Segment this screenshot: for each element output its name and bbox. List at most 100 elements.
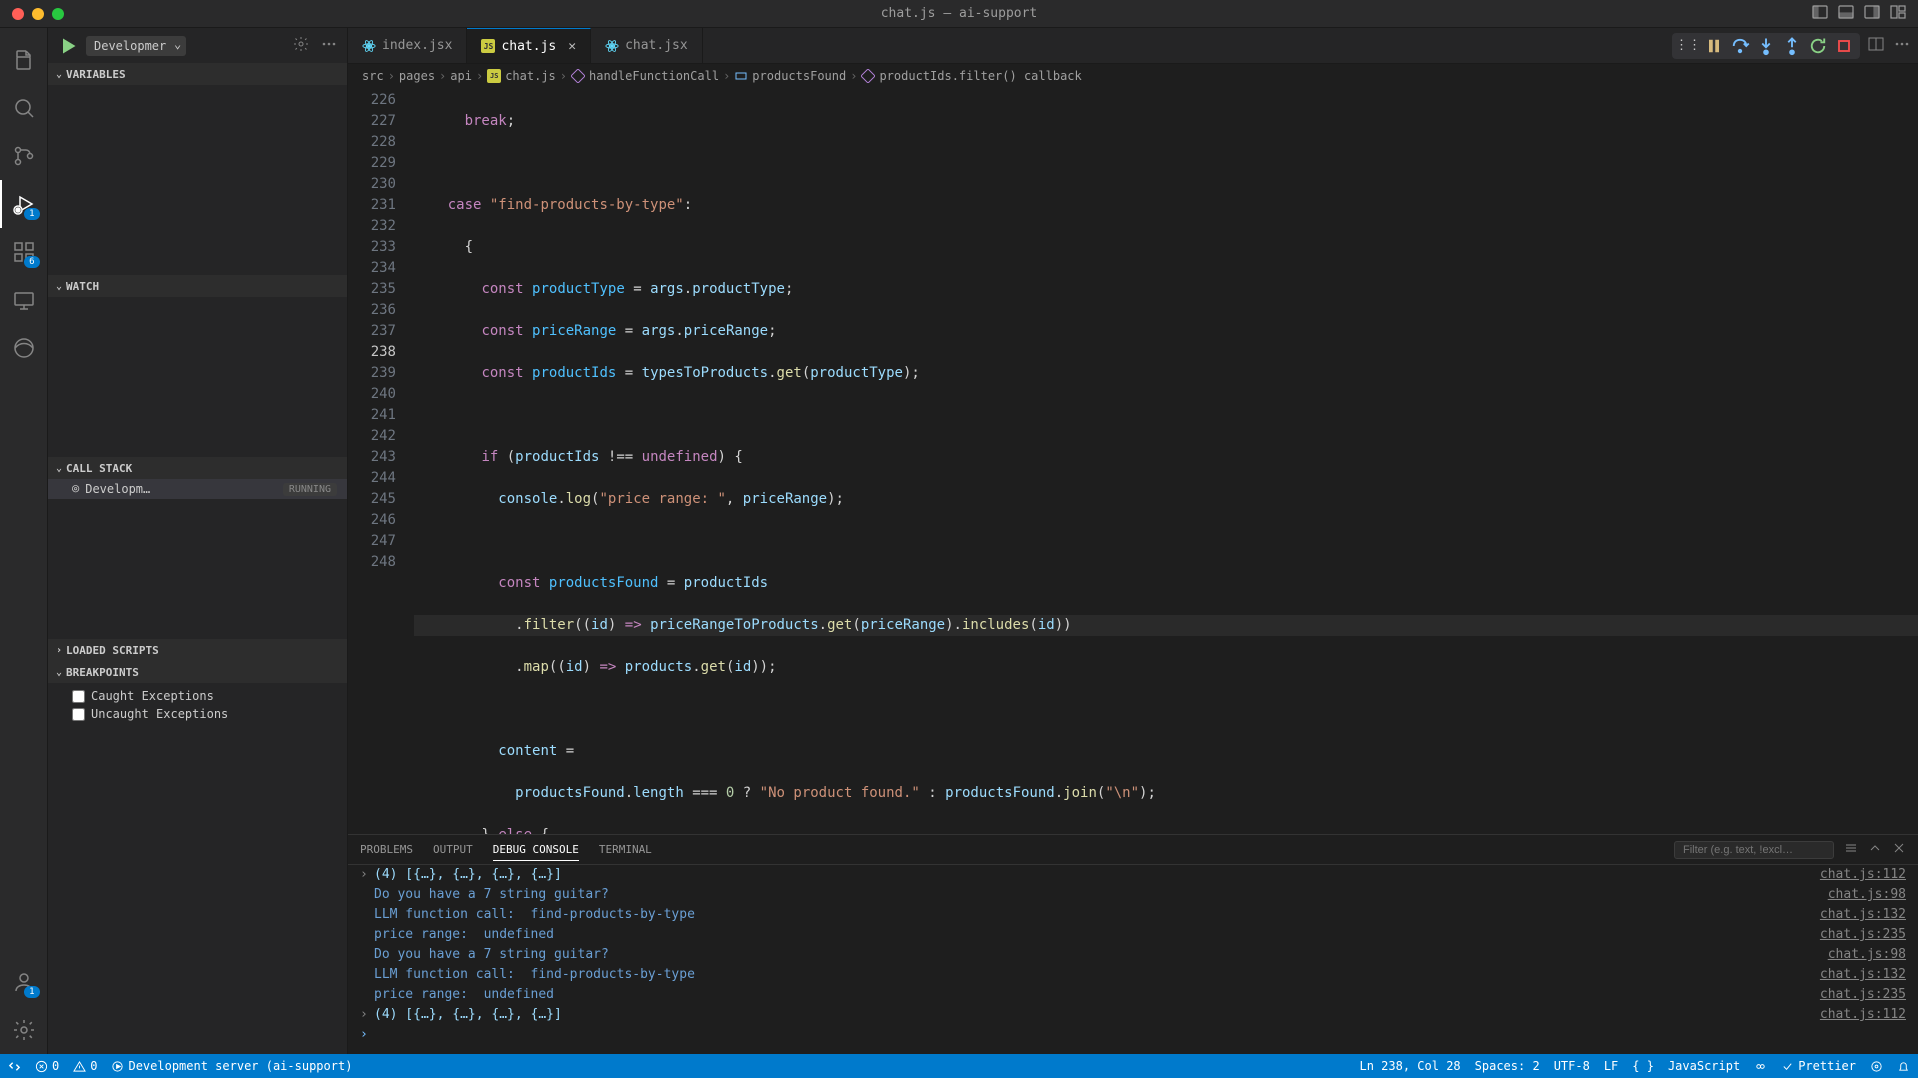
encoding-item[interactable]: UTF-8 xyxy=(1554,1059,1590,1073)
copilot-icon[interactable] xyxy=(1754,1059,1767,1073)
tab-problems[interactable]: PROBLEMS xyxy=(360,839,413,860)
tab-terminal[interactable]: TERMINAL xyxy=(599,839,652,860)
debug-config-dropdown[interactable]: Developmer xyxy=(86,36,186,56)
expand-icon[interactable]: › xyxy=(360,865,374,885)
console-source-link[interactable]: chat.js:98 xyxy=(1828,885,1906,905)
console-source-link[interactable]: chat.js:235 xyxy=(1820,925,1906,945)
close-window-button[interactable] xyxy=(12,8,24,20)
step-out-button[interactable] xyxy=(1782,36,1802,56)
uncaught-checkbox[interactable] xyxy=(72,708,85,721)
close-tab-icon[interactable]: ✕ xyxy=(568,39,576,54)
console-source-link[interactable]: chat.js:98 xyxy=(1828,945,1906,965)
errors-item[interactable]: 0 xyxy=(35,1059,59,1073)
start-debug-button[interactable] xyxy=(58,36,78,56)
prettier-item[interactable]: Prettier xyxy=(1781,1059,1856,1073)
console-source-link[interactable]: chat.js:132 xyxy=(1820,905,1906,925)
watch-section-header[interactable]: ⌄WATCH xyxy=(48,275,347,297)
warnings-item[interactable]: 0 xyxy=(73,1059,97,1073)
debug-icon[interactable]: 1 xyxy=(0,180,48,228)
tab-index[interactable]: index.jsx xyxy=(348,28,467,63)
account-icon[interactable]: 1 xyxy=(0,958,48,1006)
console-line[interactable]: Do you have a 7 string guitar?chat.js:98 xyxy=(360,885,1906,905)
console-line[interactable]: ›(4) [{…}, {…}, {…}, {…}]chat.js:112 xyxy=(360,865,1906,885)
breadcrumb-item[interactable]: pages xyxy=(399,69,435,83)
breadcrumb-item[interactable]: handleFunctionCall xyxy=(589,69,719,83)
remote-icon[interactable] xyxy=(0,276,48,324)
method-icon xyxy=(861,69,875,83)
callstack-section-header[interactable]: ⌄CALL STACK xyxy=(48,457,347,479)
console-line[interactable]: price range: undefinedchat.js:235 xyxy=(360,985,1906,1005)
explorer-icon[interactable] xyxy=(0,36,48,84)
minimize-window-button[interactable] xyxy=(32,8,44,20)
tab-debug-console[interactable]: DEBUG CONSOLE xyxy=(493,839,579,861)
breakpoints-section-header[interactable]: ⌄BREAKPOINTS xyxy=(48,661,347,683)
source-control-icon[interactable] xyxy=(0,132,48,180)
panel-right-icon[interactable] xyxy=(1864,4,1880,24)
loaded-scripts-section-header[interactable]: ›LOADED SCRIPTS xyxy=(48,639,347,661)
console-line[interactable]: ›(4) [{…}, {…}, {…}, {…}]chat.js:112 xyxy=(360,1005,1906,1025)
panel-left-icon[interactable] xyxy=(1812,4,1828,24)
cursor-pos[interactable]: Ln 238, Col 28 xyxy=(1360,1059,1461,1073)
breakpoint-item[interactable]: Uncaught Exceptions xyxy=(48,705,347,723)
lang-item[interactable]: JavaScript xyxy=(1668,1059,1740,1073)
list-icon[interactable] xyxy=(1844,841,1858,859)
code-editor[interactable]: 2262272282292302312322332342352362372382… xyxy=(348,88,1918,834)
pause-button[interactable] xyxy=(1704,36,1724,56)
gear-icon[interactable] xyxy=(293,36,309,56)
callstack-item[interactable]: ⌾ Developm… RUNNING xyxy=(48,479,347,499)
console-line[interactable]: price range: undefinedchat.js:235 xyxy=(360,925,1906,945)
console-prompt[interactable]: › xyxy=(360,1025,1906,1045)
stop-button[interactable] xyxy=(1834,36,1854,56)
extensions-icon[interactable]: 6 xyxy=(0,228,48,276)
expand-icon[interactable]: › xyxy=(360,1005,374,1025)
variables-section-header[interactable]: ⌄VARIABLES xyxy=(48,63,347,85)
restart-button[interactable] xyxy=(1808,36,1828,56)
indent-item[interactable]: Spaces: 2 xyxy=(1475,1059,1540,1073)
drag-handle-icon[interactable]: ⋮⋮ xyxy=(1678,36,1698,56)
feedback-icon[interactable] xyxy=(1870,1059,1883,1073)
server-item[interactable]: Development server (ai-support) xyxy=(111,1059,352,1073)
edge-icon[interactable] xyxy=(0,324,48,372)
breadcrumb-item[interactable]: chat.js xyxy=(505,69,556,83)
tab-output[interactable]: OUTPUT xyxy=(433,839,473,860)
code-content[interactable]: break; case "find-products-by-type": { c… xyxy=(414,88,1918,834)
settings-icon[interactable] xyxy=(0,1006,48,1054)
window-controls xyxy=(12,8,64,20)
breadcrumb[interactable]: src› pages› api› JS chat.js› handleFunct… xyxy=(348,64,1918,88)
console-source-link[interactable]: chat.js:112 xyxy=(1820,865,1906,885)
caught-checkbox[interactable] xyxy=(72,690,85,703)
step-over-button[interactable] xyxy=(1730,36,1750,56)
console-source-link[interactable]: chat.js:112 xyxy=(1820,1005,1906,1025)
close-panel-icon[interactable] xyxy=(1892,841,1906,859)
breadcrumb-item[interactable]: productIds.filter() callback xyxy=(879,69,1081,83)
customize-layout-icon[interactable] xyxy=(1890,4,1906,24)
console-body[interactable]: ›(4) [{…}, {…}, {…}, {…}]chat.js:112 Do … xyxy=(348,865,1918,1054)
console-line[interactable]: Do you have a 7 string guitar?chat.js:98 xyxy=(360,945,1906,965)
step-into-button[interactable] xyxy=(1756,36,1776,56)
breadcrumb-item[interactable]: productsFound xyxy=(752,69,846,83)
breakpoint-item[interactable]: Caught Exceptions xyxy=(48,687,347,705)
eol-item[interactable]: LF xyxy=(1604,1059,1618,1073)
console-source-link[interactable]: chat.js:132 xyxy=(1820,965,1906,985)
panel-bottom-icon[interactable] xyxy=(1838,4,1854,24)
braces-icon[interactable]: { } xyxy=(1632,1059,1654,1073)
more-actions-icon[interactable] xyxy=(1894,36,1910,56)
tab-label: chat.jsx xyxy=(625,38,688,53)
breadcrumb-item[interactable]: api xyxy=(450,69,472,83)
expand-icon xyxy=(360,925,374,945)
breadcrumb-item[interactable]: src xyxy=(362,69,384,83)
bell-icon[interactable] xyxy=(1897,1059,1910,1073)
console-source-link[interactable]: chat.js:235 xyxy=(1820,985,1906,1005)
tab-chat-jsx[interactable]: chat.jsx xyxy=(591,28,703,63)
split-editor-icon[interactable] xyxy=(1868,36,1884,56)
maximize-window-button[interactable] xyxy=(52,8,64,20)
console-line[interactable]: LLM function call: find-products-by-type… xyxy=(360,965,1906,985)
more-icon[interactable] xyxy=(321,36,337,56)
console-filter-input[interactable] xyxy=(1674,841,1834,859)
remote-button[interactable] xyxy=(8,1059,21,1073)
tab-label: index.jsx xyxy=(382,38,452,53)
tab-chat-js[interactable]: JS chat.js ✕ xyxy=(467,28,591,63)
search-icon[interactable] xyxy=(0,84,48,132)
console-line[interactable]: LLM function call: find-products-by-type… xyxy=(360,905,1906,925)
collapse-icon[interactable] xyxy=(1868,841,1882,859)
